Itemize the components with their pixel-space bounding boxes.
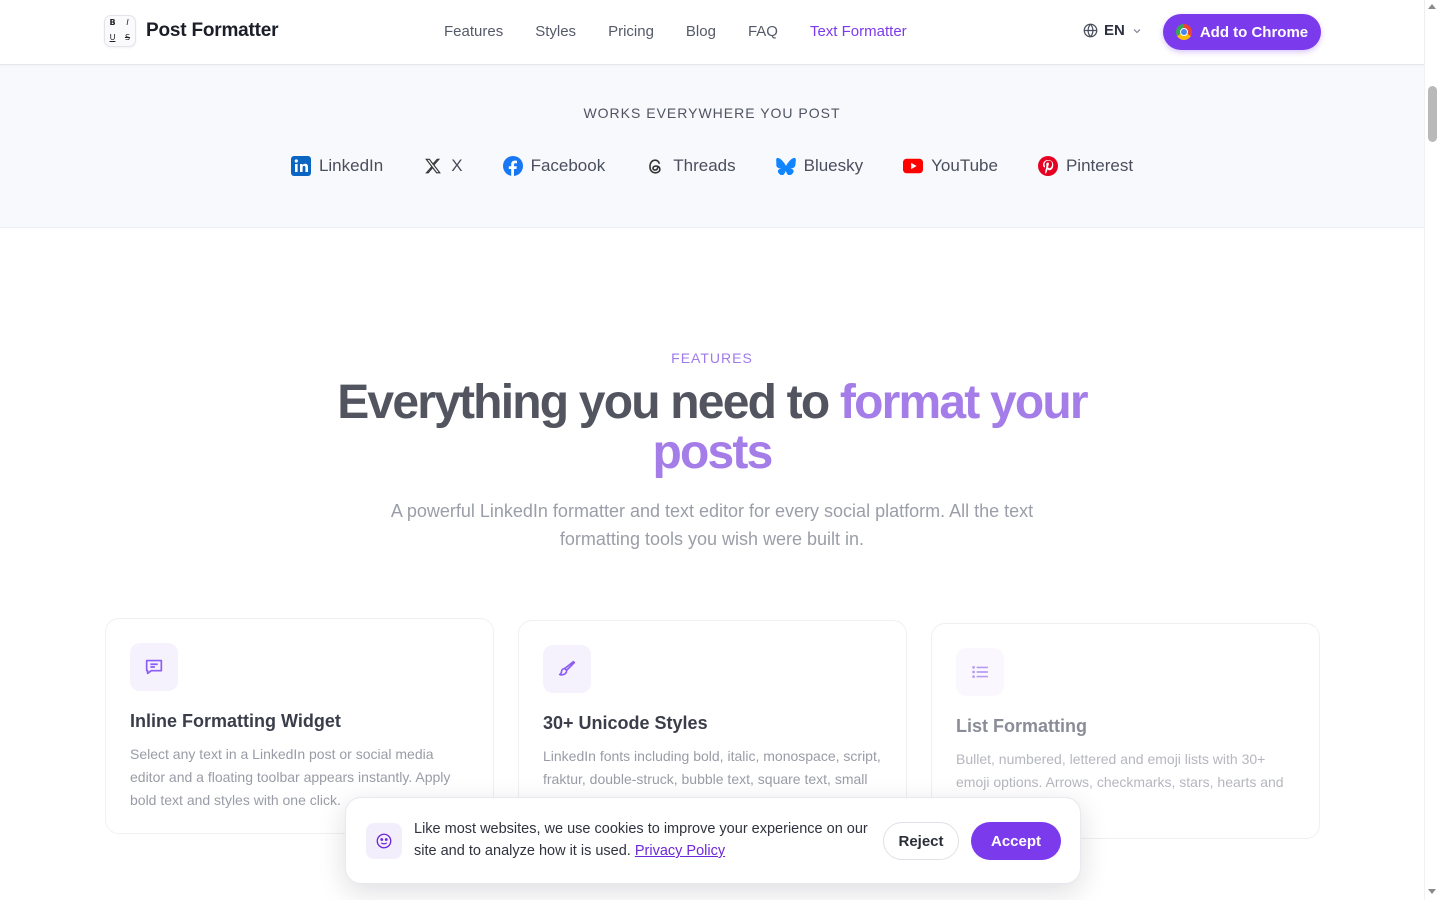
platform-label: Facebook <box>530 156 606 175</box>
features-headline: Everything you need to format your posts <box>312 378 1112 478</box>
logo-letter-bold: B <box>109 18 116 27</box>
platform-linkedin: LinkedIn <box>290 156 384 176</box>
cookie-banner: Like most websites, we use cookies to im… <box>345 797 1081 884</box>
platform-label: X <box>451 156 463 175</box>
scroll-down-arrow-icon[interactable] <box>1428 889 1436 894</box>
add-to-chrome-label: Add to Chrome <box>1199 23 1309 41</box>
platform-bluesky: Bluesky <box>775 156 864 176</box>
page-scrollbar[interactable] <box>1424 0 1440 900</box>
logo-letter-italic: I <box>126 18 129 27</box>
paintbrush-icon <box>543 645 591 693</box>
threads-icon <box>645 156 665 176</box>
headline-plain: Everything you need to <box>337 376 840 429</box>
cookie-icon <box>366 823 402 859</box>
chrome-icon <box>1175 24 1192 40</box>
platform-pinterest: Pinterest <box>1037 156 1134 176</box>
platform-youtube: YouTube <box>903 156 998 176</box>
facebook-icon <box>502 156 523 176</box>
chevron-down-icon <box>1133 28 1141 33</box>
platform-threads: Threads <box>645 156 736 176</box>
logo-letter-strike: S <box>124 33 131 42</box>
language-selector[interactable]: EN <box>1083 22 1143 39</box>
site-header: B I U S Post Formatter Features Styles P… <box>0 0 1424 65</box>
language-code: EN <box>1104 22 1125 39</box>
platforms-title: WORKS EVERYWHERE YOU POST <box>583 105 841 121</box>
x-icon <box>423 156 443 176</box>
logo-link[interactable]: B I U S Post Formatter <box>104 15 279 47</box>
logo-text: Post Formatter <box>146 20 279 41</box>
platform-label: Threads <box>673 156 736 175</box>
scrollbar-thumb[interactable] <box>1428 86 1437 142</box>
nav-link-styles[interactable]: Styles <box>535 22 576 42</box>
platform-label: Bluesky <box>803 156 864 175</box>
reject-button[interactable]: Reject <box>883 822 959 860</box>
accept-button[interactable]: Accept <box>971 822 1061 860</box>
feature-card-title: Inline Formatting Widget <box>130 711 341 731</box>
logo-icon: B I U S <box>104 15 136 47</box>
feature-card-title: List Formatting <box>956 716 1087 736</box>
features-eyebrow: FEATURES <box>671 350 753 366</box>
features-subhead: A powerful LinkedIn formatter and text e… <box>390 501 1034 549</box>
pinterest-icon <box>1037 156 1058 176</box>
nav-link-features[interactable]: Features <box>444 22 503 42</box>
linkedin-icon <box>290 156 311 176</box>
platform-list: LinkedIn X Facebook Threads Bluesky YouT… <box>0 156 1424 176</box>
globe-icon <box>1083 23 1098 38</box>
main-nav: Features Styles Pricing Blog FAQ Text Fo… <box>444 22 907 42</box>
chat-bubble-icon <box>130 643 178 691</box>
nav-link-blog[interactable]: Blog <box>686 22 716 42</box>
feature-card-title: 30+ Unicode Styles <box>543 713 708 733</box>
list-icon <box>956 648 1004 696</box>
platform-x: X <box>423 156 463 176</box>
logo-letter-underline: U <box>109 33 116 42</box>
platform-label: Pinterest <box>1065 156 1134 175</box>
scroll-up-arrow-icon[interactable] <box>1428 4 1436 9</box>
platform-label: YouTube <box>931 156 998 175</box>
nav-link-faq[interactable]: FAQ <box>748 22 778 42</box>
platforms-section: WORKS EVERYWHERE YOU POST LinkedIn X Fac… <box>0 65 1424 228</box>
platform-facebook: Facebook <box>502 156 606 176</box>
nav-link-pricing[interactable]: Pricing <box>608 22 654 42</box>
privacy-policy-link[interactable]: Privacy Policy <box>635 843 725 859</box>
add-to-chrome-button[interactable]: Add to Chrome <box>1163 14 1321 50</box>
youtube-icon <box>903 156 924 176</box>
nav-link-text-formatter[interactable]: Text Formatter <box>810 22 907 42</box>
bluesky-icon <box>775 156 796 176</box>
platform-label: LinkedIn <box>318 156 384 175</box>
cookie-message: Like most websites, we use cookies to im… <box>414 818 869 862</box>
